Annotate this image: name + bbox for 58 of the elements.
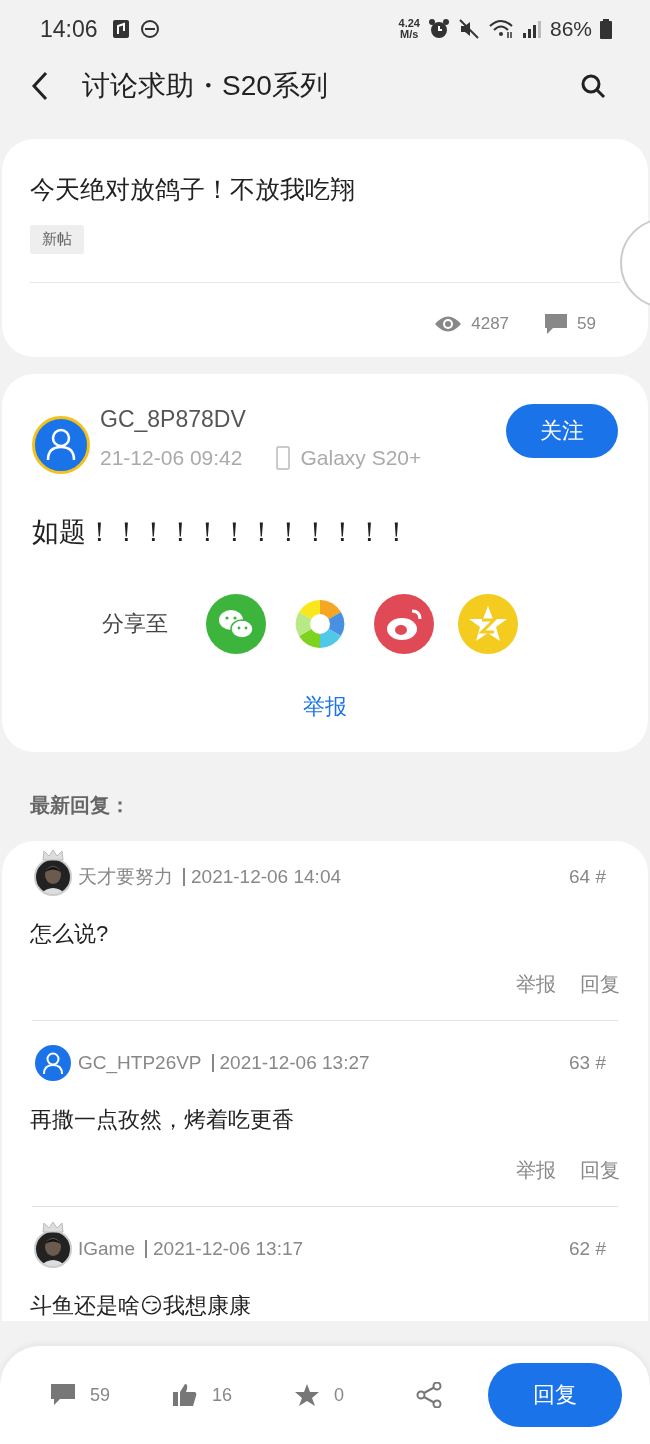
thumbs-up-icon[interactable]	[172, 1383, 198, 1407]
eye-icon	[434, 315, 463, 333]
topic-title: 今天绝对放鸽子！不放我吃翔	[30, 174, 356, 205]
floor-number: 63 #	[569, 1052, 606, 1074]
battery-icon	[600, 19, 612, 39]
reply-text: 斗鱼还是啥😏我想康康	[30, 1292, 252, 1320]
avatar-icon	[32, 416, 90, 474]
post-body: 如题！！！！！！！！！！！！	[32, 516, 411, 549]
author-name: GC_HTP26VP	[78, 1052, 203, 1074]
star-icon[interactable]	[294, 1383, 320, 1407]
author-name: GC_8P878DV	[100, 405, 247, 434]
star-logo-icon[interactable]	[458, 594, 518, 654]
reply-time: 2021-12-06 13:17	[145, 1240, 304, 1258]
search-icon[interactable]	[580, 73, 606, 99]
favorite-count: 0	[334, 1384, 344, 1406]
author-name: IGame	[78, 1238, 137, 1260]
reply-text: 再撒一点孜然，烤着吃更香	[30, 1106, 295, 1134]
section-title: 最新回复：	[30, 793, 131, 818]
chat-bubbles-icon[interactable]	[206, 594, 266, 654]
phone-icon	[276, 446, 291, 470]
wifi-icon	[487, 18, 514, 40]
reply-link[interactable]: 回复	[580, 1157, 620, 1184]
report-link[interactable]: 举报	[516, 971, 556, 998]
share-icon[interactable]	[416, 1382, 442, 1408]
network-speed: 4.24	[398, 18, 420, 29]
do-not-disturb-icon	[139, 19, 160, 39]
floor-number: 64 #	[569, 866, 606, 888]
reply-time: 2021-12-06 13:27	[211, 1054, 370, 1072]
reply-time: 2021-12-06 14:04	[183, 868, 341, 886]
post-time: 21-12-06 09:42	[100, 446, 243, 470]
back-icon[interactable]	[30, 71, 50, 101]
device-name: Galaxy S20+	[300, 446, 422, 470]
comment-icon[interactable]	[50, 1383, 76, 1407]
reply-link[interactable]: 回复	[580, 971, 620, 998]
follow-button[interactable]: 关注	[506, 404, 618, 458]
mute-icon	[457, 18, 480, 40]
signal-icon	[521, 19, 542, 39]
comment-count: 59	[577, 314, 596, 334]
view-count: 4287	[471, 314, 510, 334]
share-label: 分享至	[102, 610, 168, 638]
comment-count: 59	[90, 1384, 111, 1406]
clock-time: 14:06	[40, 15, 98, 43]
author-name: 天才要努力	[78, 865, 174, 889]
alarm-icon	[427, 18, 450, 40]
floor-number: 62 #	[569, 1238, 606, 1260]
reply-text: 怎么说?	[30, 920, 110, 948]
speed-unit: M/s	[400, 29, 419, 40]
music-notification-icon	[111, 19, 130, 39]
tag: 新帖	[30, 225, 84, 254]
reply-button[interactable]: 回复	[488, 1363, 622, 1427]
page-title: 讨论求助・S20系列	[82, 69, 329, 103]
like-count: 16	[212, 1384, 233, 1406]
comment-icon	[544, 313, 569, 335]
report-link[interactable]: 举报	[516, 1157, 556, 1184]
battery-percent: 86%	[549, 17, 592, 41]
report-link[interactable]: 举报	[303, 692, 347, 722]
eye-logo-icon[interactable]	[374, 594, 434, 654]
avatar-icon	[34, 1044, 72, 1082]
